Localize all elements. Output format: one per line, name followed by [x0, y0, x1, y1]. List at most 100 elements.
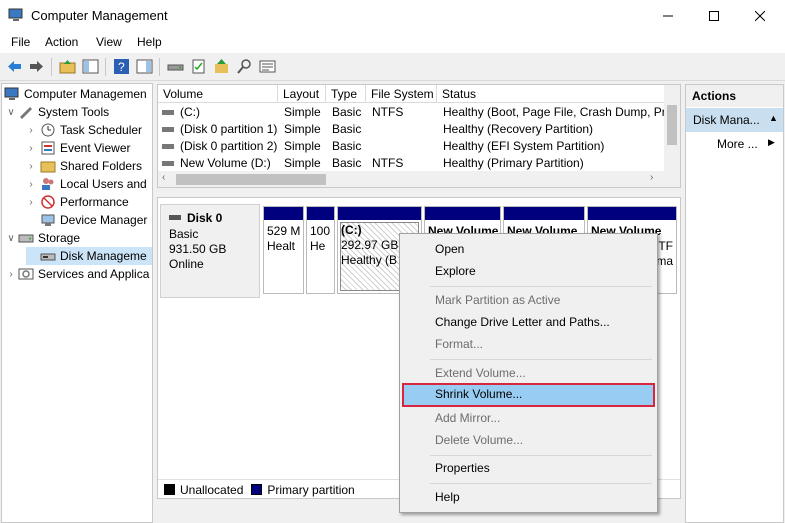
- menu-item-format[interactable]: Format...: [400, 333, 657, 355]
- cell-status: Healthy (Primary Partition): [443, 156, 584, 170]
- menu-item-extend-volume[interactable]: Extend Volume...: [400, 362, 657, 384]
- menu-action[interactable]: Action: [45, 35, 78, 49]
- disk-name: Disk 0: [187, 211, 223, 225]
- tree-item-disk-management[interactable]: Disk Manageme: [26, 247, 152, 265]
- partition-recovery[interactable]: 529 M Healt: [263, 206, 304, 294]
- scroll-left-icon[interactable]: ‹: [162, 172, 165, 183]
- cell-volume: (Disk 0 partition 2): [180, 139, 278, 153]
- chevron-down-icon[interactable]: ∨: [6, 107, 16, 118]
- menu-file[interactable]: File: [11, 35, 30, 49]
- table-row[interactable]: New Volume (D:) Simple Basic NTFS Health…: [158, 155, 664, 172]
- up-folder-icon[interactable]: [59, 58, 76, 75]
- table-row[interactable]: (Disk 0 partition 2) Simple Basic Health…: [158, 138, 664, 155]
- chevron-right-icon[interactable]: ›: [26, 143, 36, 154]
- toolbar: ?: [0, 53, 785, 81]
- table-row[interactable]: (Disk 0 partition 1) Simple Basic Health…: [158, 121, 664, 138]
- tree-item-performance[interactable]: › Performance: [26, 193, 128, 211]
- forward-arrow-icon[interactable]: [28, 58, 45, 75]
- partition-efi[interactable]: 100 He: [306, 206, 335, 294]
- menu-item-explore[interactable]: Explore: [400, 260, 657, 282]
- users-icon: [40, 177, 56, 191]
- cell-layout: Simple: [284, 122, 321, 136]
- partition-size: 100: [310, 224, 331, 238]
- menu-item-change-drive-letter[interactable]: Change Drive Letter and Paths...: [400, 311, 657, 333]
- menu-item-delete-volume[interactable]: Delete Volume...: [400, 429, 657, 451]
- tree-item-storage[interactable]: ∨ Storage: [6, 229, 80, 247]
- tree-item-system-tools[interactable]: ∨ System Tools: [6, 103, 109, 121]
- menu-item-help[interactable]: Help: [400, 486, 657, 508]
- menu-separator: [430, 483, 652, 484]
- tree-label: Computer Managemen: [24, 87, 147, 101]
- tree-item-shared-folders[interactable]: › Shared Folders: [26, 157, 142, 175]
- actions-more[interactable]: More ... ▶: [686, 134, 783, 154]
- console-tree-icon[interactable]: [82, 58, 99, 75]
- tree-item-local-users[interactable]: › Local Users and: [26, 175, 146, 193]
- close-button[interactable]: [737, 0, 783, 31]
- horizontal-scrollbar[interactable]: ‹ ›: [158, 171, 680, 187]
- properties-icon[interactable]: [259, 58, 276, 75]
- help-icon[interactable]: ?: [113, 58, 130, 75]
- column-header-layout[interactable]: Layout: [278, 85, 326, 103]
- tree-item-event-viewer[interactable]: › Event Viewer: [26, 139, 130, 157]
- tree-label: Event Viewer: [60, 141, 131, 155]
- chevron-down-icon[interactable]: ∨: [6, 233, 16, 244]
- show-hide-action-pane-icon[interactable]: [136, 58, 153, 75]
- menu-item-properties[interactable]: Properties: [400, 457, 657, 479]
- menu-item-open[interactable]: Open: [400, 238, 657, 260]
- console-tree: Computer Managemen ∨ System Tools › Task…: [1, 83, 153, 523]
- actions-group-disk-management[interactable]: Disk Mana... ▲: [686, 108, 783, 132]
- scroll-right-icon[interactable]: ›: [650, 172, 653, 183]
- storage-icon: [18, 231, 34, 245]
- disk-state: Online: [169, 257, 204, 271]
- disk-icon: [169, 211, 183, 225]
- column-header-status[interactable]: Status: [437, 85, 680, 103]
- menu-separator: [430, 455, 652, 456]
- column-header-type[interactable]: Type: [326, 85, 366, 103]
- menu-item-mark-active[interactable]: Mark Partition as Active: [400, 289, 657, 311]
- tree-label: Storage: [38, 231, 81, 245]
- legend-primary: Primary partition: [267, 482, 355, 497]
- menu-view[interactable]: View: [96, 35, 122, 49]
- chevron-right-icon[interactable]: ›: [26, 125, 36, 136]
- up-arrow-icon[interactable]: [213, 58, 230, 75]
- tree-item-task-scheduler[interactable]: › Task Scheduler: [26, 121, 142, 139]
- cell-volume: New Volume (D:): [180, 156, 271, 170]
- cell-layout: Simple: [284, 105, 321, 119]
- tree-item-device-manager[interactable]: Device Manager: [26, 211, 147, 229]
- scrollbar-thumb[interactable]: [667, 105, 677, 145]
- cell-type: Basic: [332, 122, 362, 136]
- cell-status: Healthy (Recovery Partition): [443, 122, 594, 136]
- table-row[interactable]: (C:) Simple Basic NTFS Healthy (Boot, Pa…: [158, 104, 664, 121]
- tree-item-services-and-applications[interactable]: › Services and Applica: [6, 265, 149, 283]
- menu-item-shrink-volume[interactable]: Shrink Volume...: [402, 383, 655, 407]
- back-arrow-icon[interactable]: [6, 58, 23, 75]
- vertical-scrollbar[interactable]: [664, 85, 680, 171]
- column-header-volume[interactable]: Volume: [158, 85, 278, 103]
- cell-volume: (Disk 0 partition 1): [180, 122, 278, 136]
- column-header-file-system[interactable]: File System: [366, 85, 437, 103]
- cell-type: Basic: [332, 139, 362, 153]
- disk-info[interactable]: Disk 0 Basic 931.50 GB Online: [160, 204, 260, 298]
- cell-status: Healthy (Boot, Page File, Crash Dump, Pr…: [443, 105, 664, 119]
- cell-file-system: NTFS: [372, 105, 404, 119]
- cell-volume: (C:): [180, 105, 200, 119]
- cell-layout: Simple: [284, 139, 321, 153]
- scrollbar-thumb[interactable]: [176, 174, 326, 185]
- collapse-triangle-icon[interactable]: ▲: [769, 113, 778, 123]
- chevron-right-icon[interactable]: ›: [26, 179, 36, 190]
- cell-layout: Simple: [284, 156, 321, 170]
- maximize-button[interactable]: [691, 0, 737, 31]
- checklist-icon[interactable]: [190, 58, 207, 75]
- menu-item-add-mirror[interactable]: Add Mirror...: [400, 407, 657, 429]
- chevron-right-icon[interactable]: ›: [26, 197, 36, 208]
- minimize-button[interactable]: [645, 0, 691, 31]
- connect-drive-icon[interactable]: [167, 58, 184, 75]
- submenu-arrow-icon: ▶: [768, 137, 775, 147]
- menu-help[interactable]: Help: [137, 35, 162, 49]
- tree-item-computer-management[interactable]: Computer Managemen: [4, 85, 147, 103]
- search-icon[interactable]: [236, 58, 253, 75]
- chevron-right-icon[interactable]: ›: [6, 269, 16, 280]
- svg-text:?: ?: [118, 60, 125, 74]
- chevron-right-icon[interactable]: ›: [26, 161, 36, 172]
- actions-more-label: More ...: [717, 137, 758, 151]
